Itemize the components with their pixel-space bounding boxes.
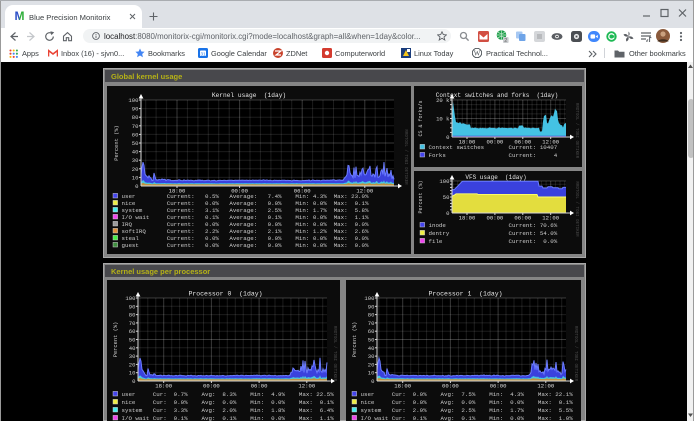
svg-text:CS & forks/s: CS & forks/s bbox=[418, 100, 424, 136]
svg-text:10 k: 10 k bbox=[436, 115, 450, 122]
svg-text:Percent (%): Percent (%) bbox=[114, 125, 120, 161]
svg-text:user Current: 0.5%: user Current: 0.5% Average: 7.4% Min: 4.… bbox=[122, 193, 370, 200]
svg-text:RRDTOOL / TOBI OETIKER: RRDTOOL / TOBI OETIKER bbox=[574, 181, 579, 237]
svg-text:I/O wait Current: 0.1%: I/O wait Current: 0.1% Average: 0.1% Min… bbox=[122, 214, 370, 221]
svg-text:100: 100 bbox=[128, 97, 139, 104]
svg-text:12:00: 12:00 bbox=[542, 214, 559, 221]
svg-text:10: 10 bbox=[129, 370, 136, 377]
svg-text:70: 70 bbox=[368, 320, 375, 327]
svg-text:I/O wait Cur: 0.1% Avg: 0: I/O wait Cur: 0.1% Avg: 0.1% Min: 0.0% M… bbox=[122, 415, 335, 421]
svg-text:20 k: 20 k bbox=[436, 97, 450, 104]
svg-text:W: W bbox=[474, 50, 481, 58]
svg-text:18:00: 18:00 bbox=[155, 383, 172, 390]
svg-text:31: 31 bbox=[200, 52, 206, 57]
svg-text:60: 60 bbox=[132, 131, 139, 138]
svg-text:Processor 0 (1day): Processor 0 (1day) bbox=[188, 291, 262, 298]
svg-text:90: 90 bbox=[368, 303, 375, 310]
svg-text:90: 90 bbox=[132, 105, 139, 112]
svg-text:Context switches and forks (1: Context switches and forks (1day) bbox=[436, 92, 558, 99]
svg-text:00:00: 00:00 bbox=[203, 383, 220, 390]
svg-text:18:00: 18:00 bbox=[394, 383, 411, 390]
svg-text:20: 20 bbox=[368, 361, 375, 368]
svg-text:I/O wait Cur: 0.1% Avg: 0: I/O wait Cur: 0.1% Avg: 0.1% Min: 0.0% M… bbox=[361, 415, 574, 421]
svg-text:file Current: file Current: 0.0% bbox=[429, 238, 558, 245]
svg-text:inode Current: inode Current: 70.6% bbox=[429, 222, 558, 229]
svg-text:80: 80 bbox=[132, 114, 139, 121]
svg-text:12:00: 12:00 bbox=[298, 383, 315, 390]
svg-text:RRDTOOL / TOBI OETIKER: RRDTOOL / TOBI OETIKER bbox=[403, 129, 408, 185]
svg-text:30: 30 bbox=[132, 157, 139, 164]
svg-text:Context switches Current: Context switches Current: 10407 bbox=[429, 144, 558, 151]
svg-text:Forks Current: Forks Current: 4 bbox=[429, 152, 558, 159]
svg-text:Processor 1 (1day): Processor 1 (1day) bbox=[428, 291, 502, 298]
svg-text:00:00: 00:00 bbox=[487, 214, 504, 221]
svg-text:40: 40 bbox=[368, 345, 375, 352]
svg-text:70: 70 bbox=[132, 122, 139, 129]
svg-text:steal Current: 0.0%: steal Current: 0.0% Average: 0.0% Min: 0… bbox=[122, 235, 370, 242]
svg-text:12:00: 12:00 bbox=[537, 383, 554, 390]
svg-text:30: 30 bbox=[129, 353, 136, 360]
svg-text:00:00: 00:00 bbox=[442, 383, 459, 390]
svg-text:Percent (%): Percent (%) bbox=[352, 322, 358, 358]
svg-text:Kernel usage (1day): Kernel usage (1day) bbox=[212, 92, 286, 99]
svg-text:100: 100 bbox=[125, 295, 136, 302]
svg-text:06:00: 06:00 bbox=[514, 214, 531, 221]
svg-text:user Cur: 9.0% Avg: 7: user Cur: 9.0% Avg: 7.5% Min: 4.3% Max: … bbox=[361, 391, 574, 398]
svg-text:100: 100 bbox=[364, 295, 375, 302]
svg-text:50: 50 bbox=[368, 337, 375, 344]
svg-text:M: M bbox=[15, 9, 25, 22]
svg-text:50: 50 bbox=[129, 337, 136, 344]
svg-text:RRDTOOL / TOBI OETIKER: RRDTOOL / TOBI OETIKER bbox=[573, 326, 578, 382]
svg-text:VFS usage (1day): VFS usage (1day) bbox=[465, 174, 526, 181]
svg-text:nice Current: 0.0%: nice Current: 0.0% Average: 0.0% Min: 0.… bbox=[122, 200, 370, 207]
svg-text:06:00: 06:00 bbox=[251, 383, 268, 390]
svg-text:IRQ Current: 0.0%: IRQ Current: 0.0% Average: 0.0% Min: 0.0… bbox=[122, 221, 370, 228]
svg-text:10: 10 bbox=[132, 174, 139, 181]
svg-text:guest Current: 0.0%: guest Current: 0.0% Average: 0.0% Min: 0… bbox=[122, 242, 370, 249]
svg-text:RRDTOOL / TOBI OETIKER: RRDTOOL / TOBI OETIKER bbox=[332, 326, 337, 382]
svg-text:50: 50 bbox=[132, 140, 139, 147]
svg-text:30: 30 bbox=[368, 353, 375, 360]
svg-text:80: 80 bbox=[129, 312, 136, 319]
svg-text:nice Cur: 0.0% Avg: 0: nice Cur: 0.0% Avg: 0.0% Min: 0.0% Max: … bbox=[361, 399, 574, 406]
svg-text:18:00: 18:00 bbox=[459, 214, 476, 221]
svg-text:system Current: 3.1%: system Current: 3.1% Average: 2.5% Min: … bbox=[122, 207, 370, 214]
svg-text:system Cur: 2.9% Avg: 2: system Cur: 2.9% Avg: 2.5% Min: 1.7% Max… bbox=[361, 407, 574, 414]
svg-text:60: 60 bbox=[368, 328, 375, 335]
svg-text:20: 20 bbox=[129, 361, 136, 368]
svg-text:70: 70 bbox=[129, 320, 136, 327]
svg-text:40: 40 bbox=[129, 345, 136, 352]
svg-text:Percent (%): Percent (%) bbox=[113, 322, 119, 358]
svg-text:06:00: 06:00 bbox=[490, 383, 507, 390]
svg-text:system Cur: 3.3% Avg: 2: system Cur: 3.3% Avg: 2.0% Min: 1.8% Max… bbox=[122, 407, 335, 414]
svg-text:20: 20 bbox=[132, 165, 139, 172]
svg-text:10: 10 bbox=[368, 370, 375, 377]
svg-text:softIRQ Current: 2.2%: softIRQ Current: 2.2% Average: 2.1% Min:… bbox=[122, 228, 370, 235]
svg-text:80: 80 bbox=[368, 312, 375, 319]
svg-text:RRDTOOL / TOBI OETIKER: RRDTOOL / TOBI OETIKER bbox=[574, 102, 579, 158]
svg-text:2: 2 bbox=[504, 38, 507, 43]
svg-text:user Cur: 9.7% Avg: 8: user Cur: 9.7% Avg: 8.3% Min: 4.9% Max: … bbox=[122, 391, 335, 398]
svg-text:40: 40 bbox=[132, 148, 139, 155]
svg-text:nice Cur: 0.0% Avg: 0: nice Cur: 0.0% Avg: 0.0% Min: 0.0% Max: … bbox=[122, 399, 335, 406]
svg-text:60: 60 bbox=[129, 328, 136, 335]
svg-text:dentry Current: dentry Current: 54.0% bbox=[429, 230, 558, 237]
svg-text:100: 100 bbox=[439, 178, 450, 185]
svg-text:90: 90 bbox=[129, 303, 136, 310]
svg-text:50: 50 bbox=[443, 194, 450, 201]
svg-text:Percent (%): Percent (%) bbox=[418, 180, 424, 213]
